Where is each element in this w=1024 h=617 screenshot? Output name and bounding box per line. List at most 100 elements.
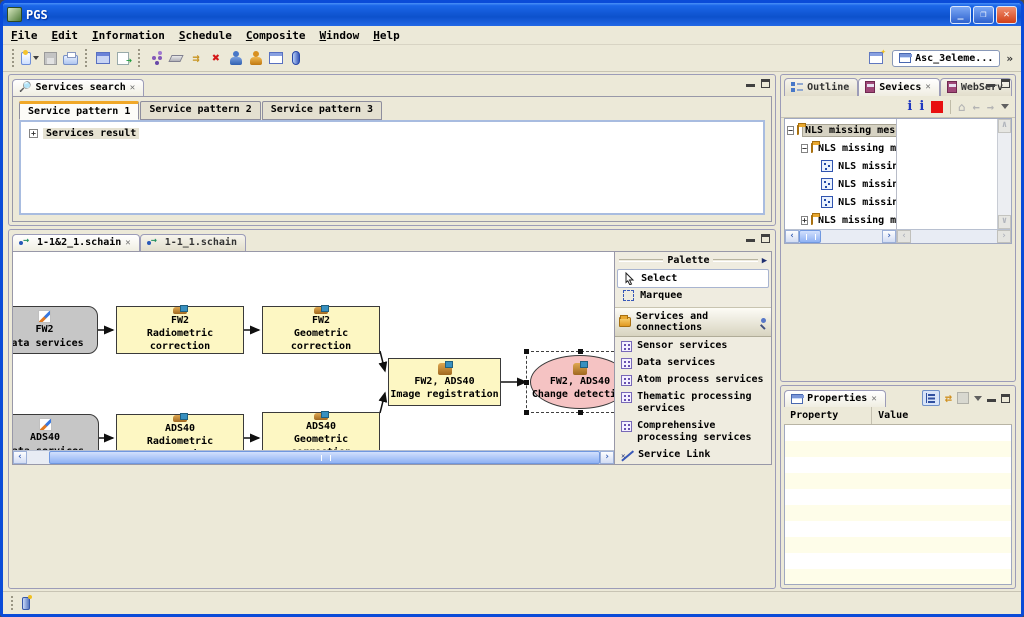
tab-services-search[interactable]: 🔎 Services search ✕ — [12, 79, 144, 96]
preferences-icon[interactable] — [94, 49, 112, 67]
menu-window[interactable]: Window — [319, 29, 359, 42]
skip-icon[interactable]: ⇉ — [187, 49, 205, 67]
pin-icon[interactable] — [759, 317, 767, 327]
window-view-icon[interactable] — [267, 49, 285, 67]
new-dropdown-icon[interactable] — [33, 56, 39, 60]
filter-icon[interactable]: ⇄ — [945, 391, 952, 405]
tab-close-icon[interactable]: ✕ — [130, 83, 135, 93]
toolbar-grip[interactable] — [138, 49, 141, 67]
maximize-view-icon[interactable] — [761, 79, 770, 88]
collapse-icon[interactable]: − — [787, 126, 794, 135]
tree-row[interactable]: − NLS missing m — [787, 139, 896, 157]
palette-item-atom-process[interactable]: Atom process services — [615, 371, 771, 388]
tab-service-pattern-2[interactable]: Service pattern 2 — [140, 101, 260, 120]
maximize-view-icon[interactable] — [1001, 79, 1010, 88]
menu-information[interactable]: Information — [92, 29, 165, 42]
user-blue-icon[interactable] — [227, 49, 245, 67]
tab-editor-2[interactable]: 1-1_1.schain — [140, 234, 246, 251]
tab-service-pattern-3[interactable]: Service pattern 3 — [262, 101, 382, 120]
back-icon[interactable]: ← — [973, 100, 980, 114]
scroll-thumb[interactable] — [49, 451, 600, 464]
tab-properties[interactable]: Properties ✕ — [784, 390, 886, 407]
tree-mode-button[interactable] — [922, 390, 940, 406]
home-icon[interactable]: ⌂ — [958, 100, 965, 114]
node-ads40-radiometric[interactable]: ADS40 Radiometric correction — [116, 414, 244, 450]
menu-edit[interactable]: Edit — [52, 29, 79, 42]
minimize-view-icon[interactable] — [987, 395, 996, 402]
tab-close-icon[interactable]: ✕ — [925, 82, 930, 92]
node-ads40-geometric[interactable]: ADS40 Geometric correction — [262, 412, 380, 450]
toolbar-grip[interactable] — [85, 49, 88, 67]
view-menu-icon[interactable] — [974, 396, 982, 401]
node-fw2-radiometric[interactable]: FW2 Radiometric correction — [116, 306, 244, 354]
group-services-icon[interactable] — [147, 49, 165, 67]
close-button[interactable]: ✕ — [996, 6, 1017, 24]
tab-outline[interactable]: Outline — [784, 78, 858, 96]
stop-icon[interactable] — [931, 101, 943, 113]
tree-row[interactable]: NLS missin — [787, 193, 896, 211]
perspective-button[interactable]: Asc_3eleme... — [892, 50, 1000, 67]
detail-vertical-scrollbar[interactable]: ∧ ∨ — [997, 119, 1011, 229]
menu-help[interactable]: Help — [373, 29, 400, 42]
palette-item-data-services[interactable]: Data services — [615, 354, 771, 371]
view-menu-icon[interactable] — [1001, 104, 1009, 109]
print-icon[interactable] — [61, 49, 79, 67]
scroll-thumb[interactable] — [799, 230, 821, 243]
scroll-left-icon[interactable]: ‹ — [897, 230, 911, 243]
column-value[interactable]: Value — [872, 407, 914, 424]
tab-seviecs[interactable]: Seviecs ✕ — [858, 78, 940, 96]
import-icon[interactable] — [114, 49, 132, 67]
minimize-view-icon[interactable] — [746, 235, 755, 242]
perspective-overflow-chevron[interactable]: » — [1006, 52, 1013, 65]
palette-item-comprehensive[interactable]: Comprehensive processing services — [615, 417, 771, 446]
tree-row[interactable]: NLS missin — [787, 175, 896, 193]
open-perspective-icon[interactable] — [867, 49, 885, 67]
tab-editor-1[interactable]: 1-1&2_1.schain ✕ — [12, 234, 140, 251]
node-fw2-data-services[interactable]: FW2 Data services — [13, 306, 98, 354]
tab-service-pattern-1[interactable]: Service pattern 1 — [19, 101, 139, 120]
info-icon[interactable]: i — [919, 101, 924, 113]
minimize-view-icon[interactable] — [986, 80, 995, 87]
services-result-row[interactable]: + Services result — [29, 128, 755, 139]
tab-close-icon[interactable]: ✕ — [871, 394, 876, 404]
palette-tool-marquee[interactable]: Marquee — [617, 288, 769, 303]
status-capsule-icon[interactable] — [22, 597, 30, 610]
restore-button[interactable]: ❐ — [973, 6, 994, 24]
expand-icon[interactable]: + — [29, 129, 38, 138]
palette-tool-select[interactable]: Select — [617, 269, 769, 288]
scroll-left-icon[interactable]: ‹ — [13, 451, 27, 464]
delete-icon[interactable]: ✖ — [207, 49, 225, 67]
tree-row[interactable]: NLS missin — [787, 157, 896, 175]
column-property[interactable]: Property — [784, 407, 872, 424]
user-orange-icon[interactable] — [247, 49, 265, 67]
new-wizard-icon[interactable] — [21, 49, 39, 67]
node-ads40-data-services[interactable]: ADS40 Data services — [13, 414, 99, 450]
tab-close-icon[interactable]: ✕ — [125, 238, 130, 248]
palette-item-thematic[interactable]: Thematic processing services — [615, 388, 771, 417]
diagram-canvas[interactable]: FW2 Data services FW2 Radiometric correc… — [13, 252, 614, 450]
palette-item-service-link[interactable]: Service Link — [615, 446, 771, 464]
maximize-view-icon[interactable] — [1001, 394, 1010, 403]
canvas-horizontal-scrollbar[interactable]: ‹ › — [13, 450, 614, 464]
minimize-view-icon[interactable] — [746, 80, 755, 87]
scroll-right-icon[interactable]: › — [600, 451, 614, 464]
detail-horizontal-scrollbar[interactable]: ‹ › — [897, 229, 1011, 243]
expand-icon[interactable]: + — [801, 216, 808, 225]
palette-collapse-icon[interactable]: ▶ — [762, 256, 767, 266]
menu-schedule[interactable]: Schedule — [179, 29, 232, 42]
tree-horizontal-scrollbar[interactable]: ‹ › — [785, 229, 896, 243]
node-fw2-geometric[interactable]: FW2 Geometric correction — [262, 306, 380, 354]
capsule-icon[interactable] — [287, 49, 305, 67]
palette-drawer-services[interactable]: Services and connections — [615, 307, 771, 337]
erase-icon[interactable] — [167, 49, 185, 67]
palette-item-sensor-services[interactable]: Sensor services — [615, 337, 771, 354]
node-image-registration[interactable]: FW2, ADS40 Image registration — [388, 358, 501, 406]
scroll-down-icon[interactable]: ∨ — [998, 215, 1011, 229]
minimize-button[interactable]: _ — [950, 6, 971, 24]
tree-row[interactable]: − NLS missing mess — [787, 121, 896, 139]
scroll-right-icon[interactable]: › — [997, 230, 1011, 243]
properties-table[interactable] — [784, 425, 1012, 585]
tree-row[interactable]: + NLS missing m — [787, 211, 896, 229]
scroll-right-icon[interactable]: › — [882, 230, 896, 243]
maximize-view-icon[interactable] — [761, 234, 770, 243]
